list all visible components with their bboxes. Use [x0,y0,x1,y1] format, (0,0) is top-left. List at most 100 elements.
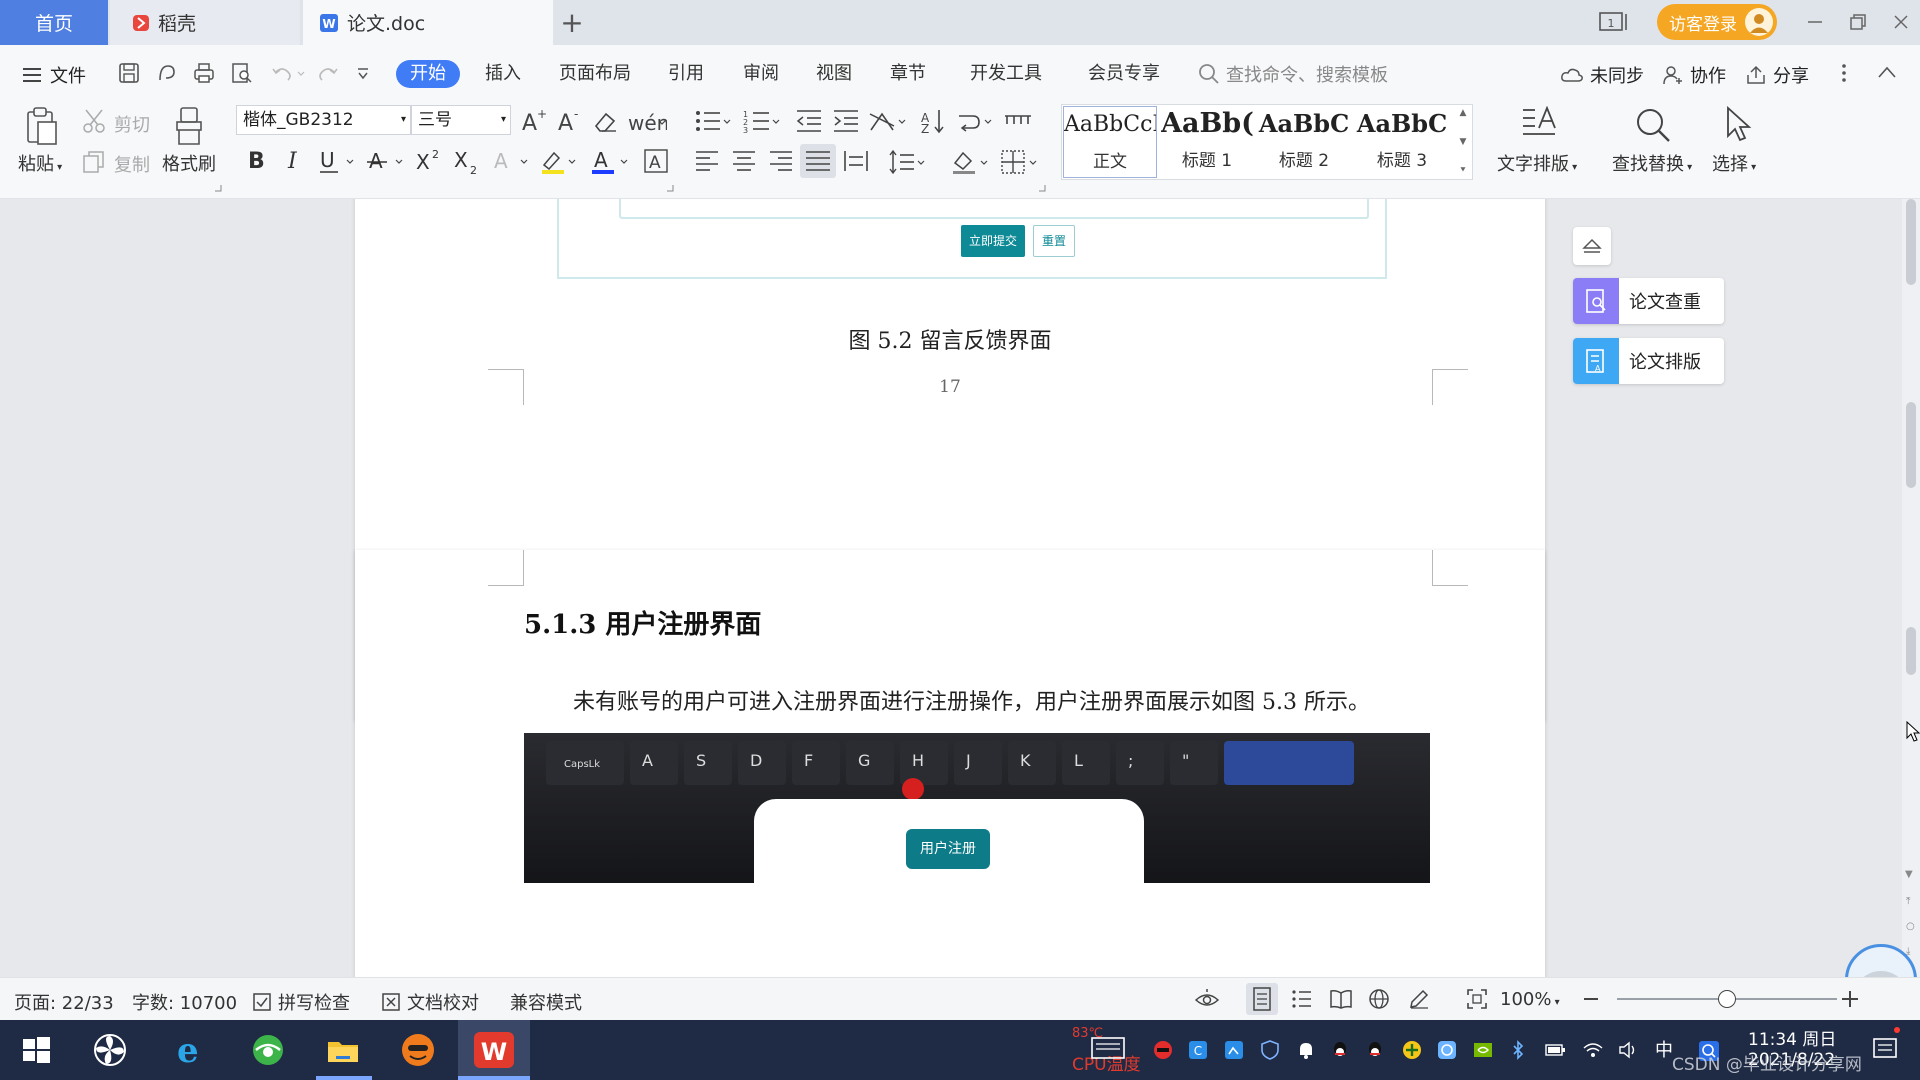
superscript-icon[interactable]: X2 [415,147,445,175]
pen-icon[interactable] [1408,988,1430,1010]
highlight-icon[interactable] [540,147,580,175]
bold-icon[interactable]: B [245,147,267,173]
share-button[interactable]: 分享 [1745,62,1809,88]
menu-review[interactable]: 审阅 [743,60,779,88]
scissors-icon[interactable] [82,108,108,134]
section-heading[interactable]: 5.1.3 用户注册界面 [524,604,761,641]
file-explorer-icon[interactable] [325,1032,361,1068]
menu-page-layout[interactable]: 页面布局 [559,60,631,88]
style-heading-3[interactable]: AaBbC 标题 3 [1354,106,1450,178]
file-menu[interactable]: 文件 [22,62,86,88]
ime-indicator[interactable]: 中 [1655,1036,1673,1062]
nvidia-icon[interactable] [1473,1040,1493,1060]
clipboard-dialog-launcher-icon[interactable] [214,184,222,192]
font-dialog-launcher-icon[interactable] [666,184,674,192]
scroll-thumb-secondary[interactable] [1906,627,1916,675]
eraser-icon[interactable] [592,110,618,134]
fit-page-icon[interactable] [1466,988,1488,1010]
italic-icon[interactable]: I [283,147,305,173]
subscript-icon[interactable]: X2 [453,147,483,175]
eject-panel-button[interactable] [1573,227,1611,265]
outline-view-icon[interactable] [1291,988,1313,1010]
command-search[interactable]: 查找命令、搜索模板 [1198,61,1388,87]
copy-button[interactable]: 复制 [114,151,150,177]
copy-icon[interactable] [82,150,106,174]
sort-icon[interactable]: AZ [919,108,947,134]
vertical-scrollbar[interactable]: ▼ ⤒ ○ ⤓ [1902,199,1920,977]
reading-view-icon[interactable] [1329,988,1353,1010]
text-effect-icon[interactable]: A [492,147,532,175]
bluetooth-icon[interactable] [1508,1040,1528,1060]
collaborate-button[interactable]: 协作 [1662,62,1726,88]
increase-indent-icon[interactable] [832,108,860,134]
fan-app-icon[interactable] [92,1032,128,1068]
bell-icon[interactable] [1296,1040,1316,1060]
document-page-18[interactable]: 5.1.3 用户注册界面 未有账号的用户可进入注册界面进行注册操作，用户注册界面… [355,550,1545,977]
expand-icon[interactable]: ⯆ [1459,166,1466,176]
cursor-select-icon[interactable] [1722,106,1754,144]
find-replace-icon[interactable] [1634,106,1672,144]
cut-button[interactable]: 剪切 [114,111,150,137]
strikethrough-icon[interactable]: A [367,147,407,175]
tray-plus-icon[interactable] [1402,1040,1422,1060]
tray-app-icon[interactable] [1153,1040,1173,1060]
menu-developer[interactable]: 开发工具 [970,60,1042,88]
tray-circle-icon[interactable] [1437,1040,1457,1060]
qq-icon[interactable] [1365,1040,1385,1060]
zoom-slider[interactable] [1617,990,1837,1008]
table-tabs-icon[interactable] [1004,108,1032,134]
tab-daoke[interactable]: 稻壳 [110,0,300,45]
save-icon[interactable] [118,62,140,84]
menu-start[interactable]: 开始 [396,60,460,88]
zoom-select[interactable]: 100% ▾ [1500,989,1560,1010]
decrease-font-icon[interactable]: A- [556,108,584,134]
guest-login-button[interactable]: 访客登录 [1657,4,1777,40]
chevron-up-icon[interactable]: ▲ [1460,108,1467,118]
battery-icon[interactable] [1545,1040,1565,1060]
character-border-icon[interactable]: A [643,147,669,175]
styles-scroll[interactable]: ▲ ▼ ⯆ [1456,108,1470,176]
scroll-thumb-current[interactable] [1906,402,1916,488]
shading-icon[interactable] [951,149,991,175]
paragraph-dialog-launcher-icon[interactable] [1038,184,1046,192]
wifi-icon[interactable] [1582,1040,1603,1060]
select-browse-icon[interactable]: ○ [1906,921,1915,932]
format-painter-icon[interactable] [173,106,205,146]
text-layout-icon[interactable] [1519,106,1559,144]
menu-view[interactable]: 视图 [816,60,852,88]
tab-home[interactable]: 首页 [0,0,108,45]
phonetic-guide-icon[interactable]: wén [627,108,667,136]
game-app-icon[interactable] [400,1032,436,1068]
close-icon[interactable] [1891,12,1911,32]
chevron-down-icon[interactable]: ▼ [1905,869,1913,880]
zoom-slider-thumb[interactable] [1718,990,1736,1008]
font-name-select[interactable]: 楷体_GB2312 ▾ [236,105,411,135]
borders-icon[interactable] [1000,149,1040,175]
print-icon[interactable] [193,62,215,84]
clock-time[interactable]: 11:34 周日 [1748,1025,1836,1050]
window-layout-icon[interactable]: 1 [1598,10,1630,34]
style-normal[interactable]: AaBbCcI 正文 [1063,106,1157,178]
collapse-ribbon-icon[interactable] [1877,65,1897,79]
paper-check-button[interactable]: 论文查重 [1573,278,1724,324]
justify-button[interactable] [800,144,836,178]
numbered-list-icon[interactable]: 123 [743,108,783,134]
proofread-button[interactable]: 文档校对 [381,989,479,1015]
customize-toolbar-icon[interactable] [356,67,370,81]
tray-c-icon[interactable]: C [1188,1040,1208,1060]
new-tab-button[interactable]: + [556,0,588,45]
bullet-list-icon[interactable] [694,108,734,134]
menu-member[interactable]: 会员专享 [1088,60,1160,88]
text-direction-icon[interactable] [868,108,910,134]
page-view-button[interactable] [1246,983,1278,1015]
eye-protection-icon[interactable] [1194,988,1220,1010]
zoom-in-icon[interactable] [1840,988,1862,1010]
format-painter-button[interactable]: 格式刷 [162,150,216,176]
spell-check-button[interactable]: 拼写检查 [252,989,350,1015]
distribute-icon[interactable] [843,149,869,173]
body-paragraph[interactable]: 未有账号的用户可进入注册界面进行注册操作，用户注册界面展示如图 5.3 所示。 [573,684,1370,716]
print-preview-icon[interactable] [231,62,253,84]
underline-icon[interactable]: U [318,147,358,175]
tab-document[interactable]: W 论文.doc [303,0,553,45]
monitor-widget-icon[interactable] [1090,1036,1126,1062]
